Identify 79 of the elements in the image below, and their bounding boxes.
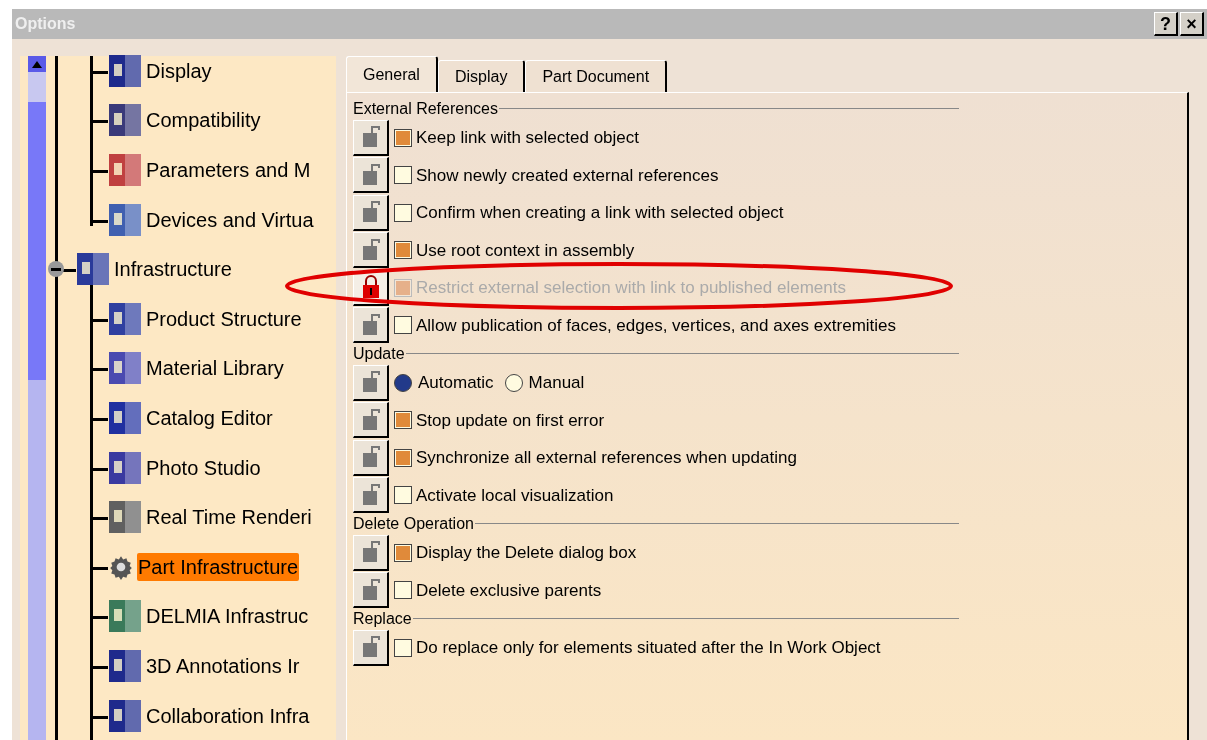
scroll-up-button[interactable]: [28, 56, 46, 72]
tree-item[interactable]: Material Library: [145, 354, 285, 383]
module-icon: [76, 252, 110, 287]
module-icon: [108, 500, 142, 535]
checkbox[interactable]: [394, 543, 412, 562]
group-title: Replace: [353, 609, 412, 629]
module-icon: [108, 400, 142, 435]
module-icon: [108, 53, 142, 88]
tab[interactable]: Part Document: [525, 60, 668, 92]
module-icon: [108, 301, 142, 336]
lock-button[interactable]: [353, 157, 389, 194]
module-icon: [108, 698, 142, 733]
checkbox[interactable]: [394, 316, 412, 335]
group-title: External References: [353, 99, 498, 119]
lock-button[interactable]: [353, 194, 389, 231]
tree-item[interactable]: Devices and Virtua: [145, 205, 315, 234]
option-label: Stop update on first error: [416, 409, 605, 432]
module-icon: [108, 153, 142, 187]
tree-item[interactable]: Part Infrastructure: [137, 552, 300, 581]
module-icon: [108, 648, 142, 683]
option-label: Do replace only for elements situated after the In Work Object: [416, 637, 881, 659]
checkbox[interactable]: [394, 203, 412, 222]
option-label: Delete exclusive parents: [416, 579, 602, 602]
module-icon: [108, 351, 142, 386]
lock-button[interactable]: [353, 119, 389, 156]
lock-button[interactable]: [353, 364, 389, 401]
lock-button[interactable]: [353, 572, 389, 609]
lock-button[interactable]: [353, 307, 389, 344]
checkbox[interactable]: [394, 448, 412, 467]
module-icon: [108, 450, 142, 485]
lock-button[interactable]: [353, 477, 389, 514]
scroll-thumb[interactable]: [28, 102, 46, 380]
option-label: Restrict external selection with link to published elements: [416, 277, 846, 299]
lock-button[interactable]: [353, 534, 389, 571]
group-title: Delete Operation: [353, 514, 474, 534]
option-label: Activate local visualization: [416, 484, 614, 507]
tree-item[interactable]: Compatibility: [145, 106, 262, 135]
tree-item[interactable]: Product Structure: [145, 304, 303, 333]
tree-item[interactable]: Display: [145, 56, 213, 85]
option-label: Display the Delete dialog box: [416, 542, 637, 564]
option-label: Keep link with selected object: [416, 127, 640, 149]
tree-item[interactable]: 3D Annotations Ir: [145, 651, 301, 680]
tab[interactable]: Display: [437, 60, 526, 92]
collapse-toggle[interactable]: [48, 261, 64, 278]
lock-button[interactable]: [353, 402, 389, 439]
module-icon: [108, 599, 142, 634]
lock-button[interactable]: [353, 232, 389, 269]
lock-button[interactable]: [353, 439, 389, 476]
checkbox[interactable]: [394, 638, 412, 657]
option-label: Automatic: [418, 372, 494, 394]
option-label: Manual: [528, 372, 585, 394]
group-title: Update: [353, 344, 405, 364]
checkbox[interactable]: [394, 166, 412, 185]
tree-item[interactable]: DELMIA Infrastruc: [145, 602, 310, 631]
tree-item[interactable]: Infrastructure: [113, 255, 233, 284]
checkbox[interactable]: [394, 411, 412, 430]
checkbox[interactable]: [394, 241, 412, 260]
tab[interactable]: General: [346, 56, 438, 92]
lock-button[interactable]: [353, 629, 389, 666]
option-label: Synchronize all external references when updating: [416, 447, 797, 469]
option-label: Use root context in assembly: [416, 239, 635, 262]
module-icon: [108, 202, 142, 237]
close-button[interactable]: ×: [1180, 12, 1204, 36]
tree-item[interactable]: Parameters and M: [145, 156, 312, 184]
option-label: Allow publication of faces, edges, vertices, and axes extremities: [416, 314, 897, 337]
option-label: Confirm when creating a link with selected object: [416, 202, 784, 224]
scrollbar[interactable]: [28, 56, 46, 740]
tree-item[interactable]: Catalog Editor: [145, 403, 274, 432]
help-button[interactable]: ?: [1154, 12, 1178, 36]
tree-item[interactable]: Real Time Renderi: [145, 503, 313, 532]
checkbox[interactable]: [394, 128, 412, 147]
checkbox[interactable]: [394, 581, 412, 600]
option-label: Show newly created external references: [416, 164, 719, 187]
radio-button[interactable]: [394, 373, 412, 392]
tree-item[interactable]: Collaboration Infra: [145, 701, 311, 730]
module-icon: [108, 103, 142, 138]
radio-button[interactable]: [504, 373, 523, 392]
tree-item[interactable]: Photo Studio: [145, 453, 262, 482]
checkbox[interactable]: [394, 486, 412, 505]
